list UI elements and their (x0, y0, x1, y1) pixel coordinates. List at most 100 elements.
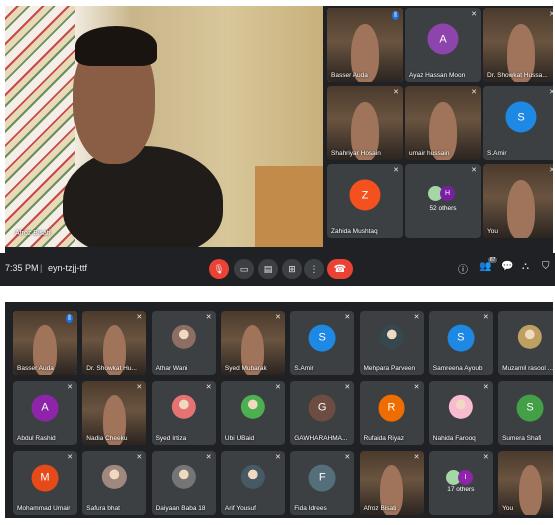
mic-muted-icon: ✕ (549, 89, 553, 96)
mic-muted-icon: ✕ (67, 384, 73, 391)
participant-tile[interactable]: G GAWHARAHMA... ✕ (290, 381, 355, 445)
participant-tile[interactable]: Daiyaan Baba 18 ✕ (151, 451, 216, 515)
participant-tile[interactable]: A Ayaz Hassan Moon ✕ (405, 8, 481, 82)
participant-tile[interactable]: Shahriyar Hosain ✕ (327, 86, 403, 160)
participant-tile[interactable]: Dr. Showkat Hu... ✕ (82, 311, 147, 375)
people-count-badge: 87 (487, 257, 498, 263)
present-icon: ⊞ (288, 263, 296, 274)
mic-muted-icon: ⦀ (391, 11, 399, 20)
mic-muted-icon: ✕ (482, 384, 489, 391)
participant-tile[interactable]: Afroz Bisati ✕ (359, 451, 424, 515)
more-vert-icon: ⋮ (309, 263, 319, 274)
participant-tile[interactable]: Safura bhat ✕ (82, 451, 147, 515)
participant-tile[interactable]: A Abdul Rashid ✕ (13, 381, 77, 445)
others-avatars: I (445, 470, 476, 486)
participant-name: You (487, 228, 498, 235)
avatar: S (447, 324, 475, 352)
others-count: 52 others (429, 204, 457, 212)
participant-tile[interactable]: Dr. Showkat Hussa... ✕ (483, 8, 553, 82)
activities-icon[interactable]: ⛬ (522, 261, 529, 272)
mic-muted-icon: ✕ (393, 167, 399, 174)
captions-button[interactable]: ▤ (258, 259, 278, 279)
participant-tile[interactable]: Syed Mubarak ✕ (220, 311, 285, 375)
participant-tile[interactable]: Basser Auda ⦀ (13, 311, 77, 375)
participant-tile[interactable]: Nadia Cheeku ✕ (82, 381, 147, 445)
participant-tile[interactable]: R Rufaida Riyaz ✕ (359, 381, 424, 445)
more-options-button[interactable]: ⋮ (304, 259, 324, 279)
chat-icon[interactable]: 💬 (501, 261, 513, 272)
meeting-grid-bottom: Basser Auda ⦀ Dr. Showkat Hu... ✕ Athar Wani… (5, 302, 553, 518)
participant-name: Basser Auda (331, 72, 368, 79)
mic-muted-icon: ✕ (471, 167, 477, 174)
mic-muted-icon: ✕ (344, 454, 351, 461)
participant-tile[interactable]: umair hussain ✕ (405, 86, 481, 160)
control-bar: 7:35 PM | eyn-tzjj-ttf 🎙 ▭ ▤ ⊞ ⋮ ☎ ⓘ 👥 87… (0, 253, 555, 286)
participant-tile[interactable]: Nahida Farooq ✕ (428, 381, 493, 445)
mic-muted-icon: ✕ (549, 167, 553, 174)
participant-name: Shahriyar Hosain (331, 150, 381, 157)
participant-tile[interactable]: S S.Amir ✕ (483, 86, 553, 160)
camera-button[interactable]: ▭ (234, 259, 254, 279)
mic-muted-icon: ✕ (275, 454, 281, 461)
participant-tile[interactable]: Muzamil rasool ... ✕ (498, 311, 553, 375)
mic-muted-icon: ✕ (67, 454, 73, 461)
participant-tile[interactable]: S Samreena Ayoub ✕ (428, 311, 493, 375)
mic-muted-icon: ✕ (205, 314, 212, 321)
participant-tile[interactable]: You ✕ (483, 164, 553, 238)
avatar: H (440, 186, 455, 202)
participant-name: Daiyaan Baba 18 (155, 505, 206, 512)
clock: 7:35 PM (5, 263, 39, 273)
mic-muted-icon: ✕ (136, 314, 143, 321)
mic-muted-icon: ✕ (471, 11, 477, 18)
participant-name: Samreena Ayoub (432, 365, 483, 372)
participant-tile[interactable]: Ubi UBaid ✕ (220, 381, 285, 445)
participant-name: Fida Idrees (294, 505, 327, 512)
mic-muted-icon: ✕ (275, 314, 281, 321)
avatar: R (378, 394, 405, 422)
meeting-code: eyn-tzjj-ttf (48, 263, 88, 273)
avatar: I (457, 470, 473, 486)
mic-off-button[interactable]: 🎙 (209, 259, 229, 279)
participant-tile[interactable]: S Sumera Shafi ✕ (498, 381, 553, 445)
info-icon[interactable]: ⓘ (458, 261, 468, 276)
participant-tile[interactable]: Basser Auda ⦀ (327, 8, 403, 82)
participant-tile[interactable]: You ✕ (498, 451, 553, 515)
participant-name: Sumera Shafi (502, 435, 542, 442)
avatar: S (516, 394, 544, 422)
mic-muted-icon: ✕ (413, 384, 420, 391)
participant-name: You (502, 505, 514, 512)
avatar: G (308, 394, 336, 422)
mic-muted-icon: ✕ (471, 89, 477, 96)
avatar: S (308, 324, 336, 352)
main-speaker-tile[interactable]: Afroz Bisati (5, 6, 323, 247)
participant-name: Ubi UBaid (224, 435, 255, 442)
participant-tile[interactable]: Mehpara Parveen ✕ (359, 311, 424, 375)
participant-tile[interactable]: Syed Irtiza ✕ (151, 381, 216, 445)
mic-muted-icon: ✕ (413, 314, 420, 321)
avatar: M (31, 464, 59, 492)
participant-name: Arif Yousuf (224, 505, 256, 512)
profile-photo (379, 324, 404, 349)
profile-photo (171, 394, 196, 419)
host-controls-icon[interactable]: ⛉ (542, 261, 550, 272)
participant-name: Abdul Rashid (17, 435, 56, 442)
participant-tile[interactable]: Arif Yousuf ✕ (220, 451, 285, 515)
participant-tile[interactable]: H 52 others ✕ (405, 164, 481, 238)
mic-muted-icon: ✕ (413, 454, 420, 461)
mic-muted-icon: ✕ (549, 11, 553, 18)
participant-tile[interactable]: M Mohammad Umair ✕ (13, 451, 77, 515)
mic-off-icon: 🎙 (213, 263, 225, 274)
participant-name: Rufaida Riyaz (363, 435, 404, 442)
people-icon[interactable]: 👥 87 (479, 257, 498, 272)
mic-muted-icon: ✕ (136, 384, 143, 391)
participant-tile[interactable]: Z Zahida Mushtaq ✕ (327, 164, 403, 238)
leave-call-button[interactable]: ☎ (327, 259, 353, 279)
participant-tile[interactable]: F Fida Idrees ✕ (290, 451, 355, 515)
participant-tile[interactable]: Athar Wani ✕ (151, 311, 216, 375)
present-button[interactable]: ⊞ (282, 259, 302, 279)
participant-tile[interactable]: I 17 others ✕ (428, 451, 493, 515)
mic-muted-icon: ✕ (205, 454, 212, 461)
participant-tile[interactable]: S S.Amir ✕ (290, 311, 355, 375)
main-speaker-name: Afroz Bisati (15, 230, 51, 237)
avatar: F (308, 464, 336, 492)
